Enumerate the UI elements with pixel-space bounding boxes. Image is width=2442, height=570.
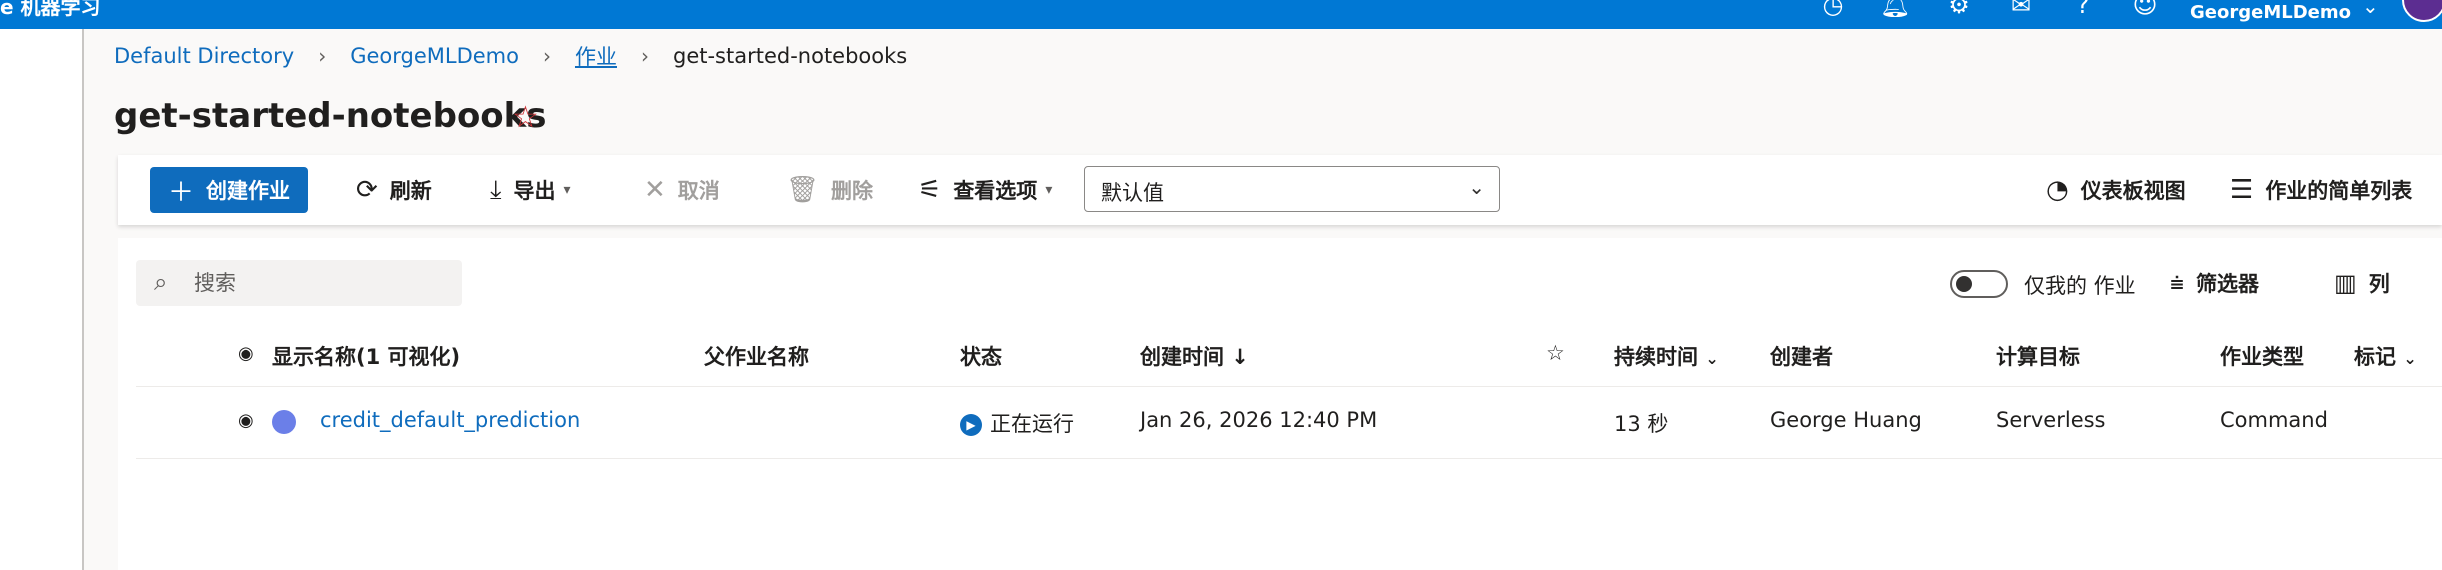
chevron-down-icon: ⌄ <box>1468 175 1485 199</box>
feedback-icon[interactable]: ✉ <box>2004 0 2038 22</box>
columns-icon: ▥ <box>2334 269 2357 297</box>
dashboard-view-button[interactable]: ◔ 仪表板视图 <box>2046 167 2186 213</box>
job-duration: 13 秒 <box>1614 412 1669 436</box>
command-bar: ＋ 创建作业 ⟳ 刷新 ⤓ 导出 ▾ ✕ 取消 🗑︎ 删除 ⚟ 查看选项 ▾ 默… <box>118 155 2442 225</box>
account-name[interactable]: GeorgeMLDemo <box>2190 2 2351 23</box>
filter-icon: ⩧ <box>2170 269 2185 297</box>
sliders-icon: ⚟ <box>918 175 942 205</box>
list-icon: ☰ <box>2230 175 2254 205</box>
job-name-link[interactable]: credit_default_prediction <box>320 408 580 432</box>
settings-icon[interactable]: ⚙ <box>1942 0 1976 22</box>
refresh-button[interactable]: ⟳ 刷新 <box>356 167 432 213</box>
only-mine-toggle[interactable] <box>1950 270 2008 298</box>
view-select-value: 默认值 <box>1101 181 1164 205</box>
plus-icon: ＋ <box>168 177 195 208</box>
history-icon[interactable]: ◷ <box>1816 0 1850 22</box>
chevron-down-icon: ▾ <box>1045 182 1053 198</box>
job-compute: Serverless <box>1996 408 2106 432</box>
create-job-button[interactable]: ＋ 创建作业 <box>150 167 309 213</box>
view-select[interactable]: 默认值 ⌄ <box>1084 166 1500 212</box>
job-color-dot <box>272 410 296 434</box>
refresh-icon: ⟳ <box>356 175 378 205</box>
notification-icon[interactable]: 🔔︎ <box>1878 0 1912 22</box>
col-display-name[interactable]: 显示名称(1 可视化) <box>272 341 460 371</box>
download-icon: ⤓ <box>490 174 502 205</box>
breadcrumb: Default Directory › GeorgeMLDemo › 作业 › … <box>114 41 907 71</box>
col-created[interactable]: 创建时间 ↓ <box>1140 341 1249 371</box>
left-nav <box>0 29 84 570</box>
top-bar: e 机器学习 ◷ 🔔︎ ⚙ ✉ ? ☺ GeorgeMLDemo ⌄ <box>0 0 2442 29</box>
divider <box>136 386 2442 387</box>
search-input[interactable] <box>192 268 446 298</box>
export-button[interactable]: ⤓ 导出 ▾ <box>490 167 571 213</box>
filter-button[interactable]: ⩧ 筛选器 <box>2170 268 2259 298</box>
avatar[interactable] <box>2402 0 2442 22</box>
col-compute[interactable]: 计算目标 <box>1996 341 2080 371</box>
smiley-icon[interactable]: ☺ <box>2128 0 2162 22</box>
running-icon: ▶ <box>960 414 982 436</box>
close-icon: ✕ <box>644 175 666 205</box>
star-column-icon[interactable]: ☆ <box>1546 341 1565 365</box>
job-type: Command <box>2220 408 2328 432</box>
eye-icon[interactable]: ◉ <box>238 410 254 431</box>
chevron-right-icon: › <box>640 44 649 68</box>
chevron-right-icon: › <box>318 44 327 68</box>
help-icon[interactable]: ? <box>2066 0 2100 22</box>
col-duration[interactable]: 持续时间 ⌄ <box>1614 341 1719 371</box>
jobs-panel: ⌕ 仅我的 作业 ⩧ 筛选器 ▥ 列 ◉ 显示名称(1 可视化) 父作业名称 状… <box>118 238 2442 570</box>
job-created: Jan 26, 2026 12:40 PM <box>1140 408 1378 432</box>
simple-list-button[interactable]: ☰ 作业的简单列表 <box>2230 167 2412 213</box>
only-mine-label: 仅我的 作业 <box>2024 274 2136 298</box>
breadcrumb-current: get-started-notebooks <box>672 44 908 68</box>
breadcrumb-workspace[interactable]: GeorgeMLDemo <box>350 44 519 68</box>
app-title[interactable]: e 机器学习 <box>0 0 101 20</box>
trash-icon: 🗑︎ <box>786 175 820 205</box>
job-status: ▶ 正在运行 <box>960 408 1074 438</box>
col-parent-job[interactable]: 父作业名称 <box>704 341 809 371</box>
col-job-type[interactable]: 作业类型 <box>2220 341 2304 371</box>
chevron-down-icon: ▾ <box>563 182 571 198</box>
col-tags[interactable]: 标记 ⌄ <box>2354 341 2417 371</box>
page-title: get-started-notebooks <box>114 96 547 136</box>
chevron-down-icon[interactable]: ⌄ <box>2362 0 2379 18</box>
favorite-star-icon[interactable]: ☆ <box>512 100 539 135</box>
breadcrumb-jobs[interactable]: 作业 <box>575 41 617 71</box>
col-status[interactable]: 状态 <box>960 341 1002 371</box>
breadcrumb-directory[interactable]: Default Directory <box>114 44 294 68</box>
view-options-button[interactable]: ⚟ 查看选项 ▾ <box>918 167 1052 213</box>
dashboard-icon: ◔ <box>2046 175 2069 205</box>
cancel-button[interactable]: ✕ 取消 <box>644 167 720 213</box>
col-creator[interactable]: 创建者 <box>1770 341 1833 371</box>
eye-icon[interactable]: ◉ <box>238 343 254 364</box>
chevron-right-icon: › <box>542 44 551 68</box>
divider <box>136 458 2442 459</box>
search-icon: ⌕ <box>154 268 168 296</box>
search-box[interactable]: ⌕ <box>136 260 462 306</box>
job-creator: George Huang <box>1770 408 1922 432</box>
columns-button[interactable]: ▥ 列 <box>2334 268 2390 298</box>
delete-button[interactable]: 🗑︎ 删除 <box>786 167 873 213</box>
